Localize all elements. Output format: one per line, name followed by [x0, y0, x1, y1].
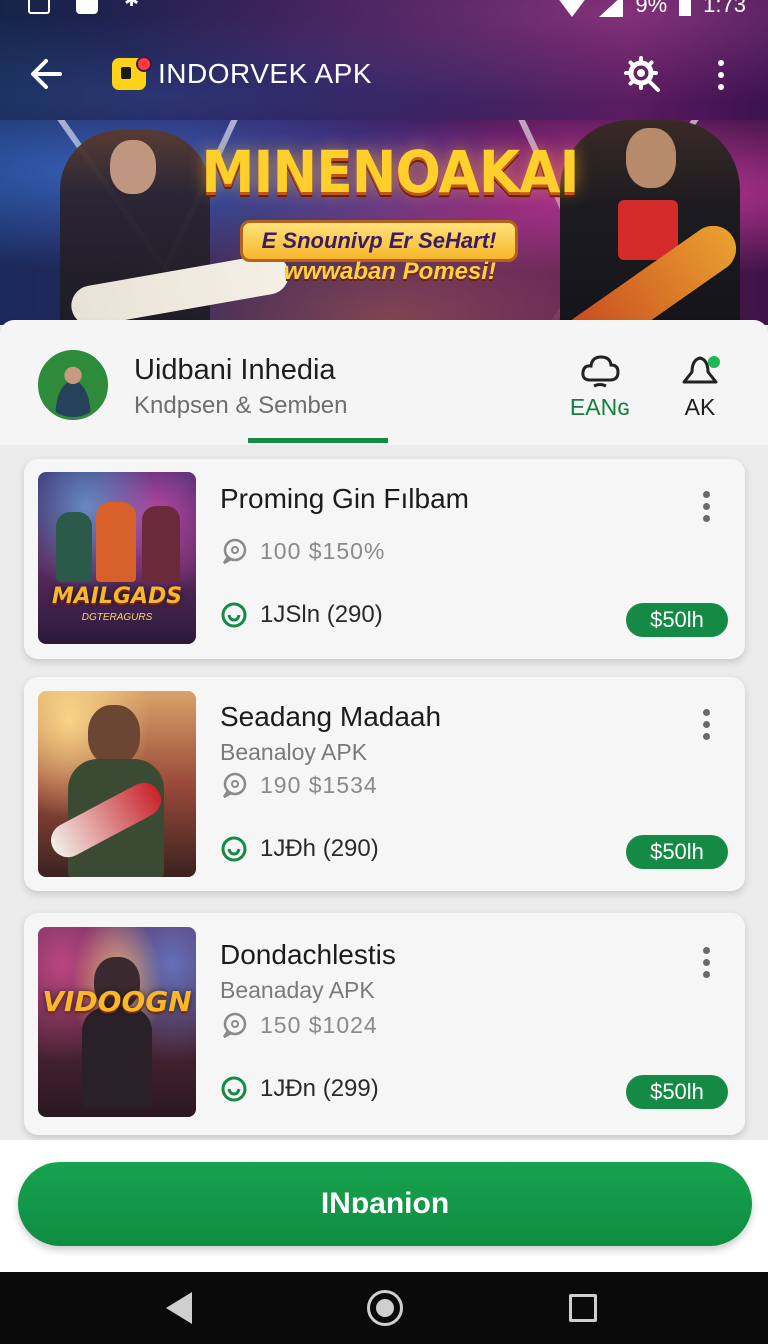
banner-title: MINENOAKAI — [201, 138, 579, 206]
app-bar: INDORVEK APK — [0, 38, 768, 112]
comment-icon — [222, 772, 247, 799]
price-badge[interactable]: $50lh — [626, 1075, 728, 1109]
status-bar: 9% 1:73 — [0, 0, 768, 26]
app-card[interactable]: MAILGADS DGTERAGURS Proming Gin Fılbam 1… — [24, 459, 745, 659]
app-thumbnail: VIDOOGN — [38, 927, 196, 1117]
app-rating-text: 1JÐn (299) — [260, 1075, 379, 1102]
system-nav-bar — [0, 1272, 768, 1344]
app-subtitle: Beanaloy APK — [220, 739, 368, 765]
app-rating-text: 1JÐh (290) — [260, 835, 379, 862]
cloud-notification-icon — [682, 356, 720, 384]
bluetooth-icon — [124, 0, 146, 14]
banner-ribbon: E Snounivp Er SeHart! — [240, 220, 518, 262]
app-logo-icon — [112, 56, 152, 90]
card-more-button[interactable] — [696, 945, 716, 981]
app-rating: 1JÐn (299) — [220, 1075, 379, 1103]
nav-recents-icon[interactable] — [569, 1294, 597, 1322]
top-gradient-area: 9% 1:73 INDORVEK APK — [0, 0, 768, 120]
cloud-icon — [581, 355, 620, 388]
app-list: MAILGADS DGTERAGURS Proming Gin Fılbam 1… — [0, 445, 768, 1140]
search-button[interactable] — [622, 54, 664, 96]
signal-icon — [599, 0, 624, 17]
app-subtitle: Beanaday APK — [220, 977, 375, 1003]
promo-banner[interactable]: MINENOAKAI E Snounivp Er SeHart! wwwaban… — [0, 120, 768, 325]
app-card[interactable]: Seadang Madaah Beanaloy APK 190 $1534 1J… — [24, 677, 745, 891]
app-stats: 190 $1534 — [220, 771, 378, 799]
status-icons-left — [28, 0, 146, 14]
stat-eang-label: EANɢ — [569, 394, 631, 420]
back-button[interactable] — [26, 54, 66, 94]
rating-icon — [221, 602, 247, 628]
status-icons-right: 9% 1:73 — [557, 0, 746, 18]
stat-ak-button[interactable]: AK — [664, 350, 736, 421]
app-thumbnail — [38, 691, 196, 877]
stat-eang-button[interactable]: EANɢ — [560, 350, 640, 421]
app-stats-text: 150 $1024 — [260, 1011, 378, 1038]
status-time: 1:73 — [703, 0, 746, 17]
app-title: INDORVEK APK — [158, 58, 373, 89]
more-vert-icon — [703, 709, 710, 716]
battery-icon — [679, 0, 692, 16]
banner-tagline: wwwaban Pomesi! — [283, 258, 497, 285]
app-stats-text: 190 $1534 — [260, 771, 378, 798]
rating-icon — [221, 1076, 247, 1102]
install-button[interactable]: INɒanion — [18, 1162, 752, 1246]
thumbnail-title: VIDOOGN — [42, 985, 192, 1018]
app-title: Seadang Madaah — [220, 701, 442, 732]
app-title: Proming Gin Fılbam — [220, 483, 469, 514]
avatar[interactable] — [38, 350, 108, 420]
overflow-menu-button[interactable] — [706, 56, 736, 96]
battery-percentage: 9% — [635, 0, 668, 17]
nav-home-icon[interactable] — [367, 1290, 403, 1326]
card-more-button[interactable] — [696, 707, 716, 743]
arrow-back-icon — [31, 59, 62, 89]
app-stats: 100 $150% — [220, 537, 385, 565]
profile-name: Uidbani Inhedia — [134, 354, 336, 386]
app-stats: 150 $1024 — [220, 1011, 378, 1039]
wifi-icon — [557, 0, 588, 17]
profile-header: Uidbani Inhedia Kndpsen & Semben EANɢ AK — [0, 320, 768, 445]
price-badge[interactable]: $50lh — [626, 603, 728, 637]
bottom-action-area: INɒanion — [0, 1140, 768, 1272]
app-thumbnail: MAILGADS DGTERAGURS — [38, 472, 196, 644]
app-title: Dondachlestis — [220, 939, 396, 970]
app-rating: 1JÐh (290) — [220, 835, 379, 863]
more-vert-icon — [718, 60, 724, 66]
search-gear-icon — [624, 56, 660, 92]
price-badge[interactable]: $50lh — [626, 835, 728, 869]
nav-back-icon[interactable] — [166, 1292, 192, 1324]
rating-icon — [221, 836, 247, 862]
comment-icon — [222, 1012, 247, 1039]
thumbnail-subtitle: DGTERAGURS — [81, 612, 153, 623]
app-card[interactable]: VIDOOGN Dondachlestis Beanaday APK 150 $… — [24, 913, 745, 1135]
more-vert-icon — [703, 947, 710, 954]
comment-icon — [222, 538, 247, 565]
app-stats-text: 100 $150% — [260, 537, 386, 564]
app-rating: 1JSln (290) — [220, 601, 383, 629]
app-rating-text: 1JSln (290) — [260, 601, 383, 628]
stat-ak-label: AK — [684, 394, 716, 420]
thumbnail-title: MAILGADS — [51, 584, 183, 609]
notification-icon — [28, 0, 50, 14]
app-notification-icon — [76, 0, 98, 14]
more-vert-icon — [703, 491, 710, 498]
profile-subtitle: Kndpsen & Semben — [134, 392, 348, 419]
card-more-button[interactable] — [696, 489, 716, 525]
tab-indicator — [248, 438, 388, 443]
